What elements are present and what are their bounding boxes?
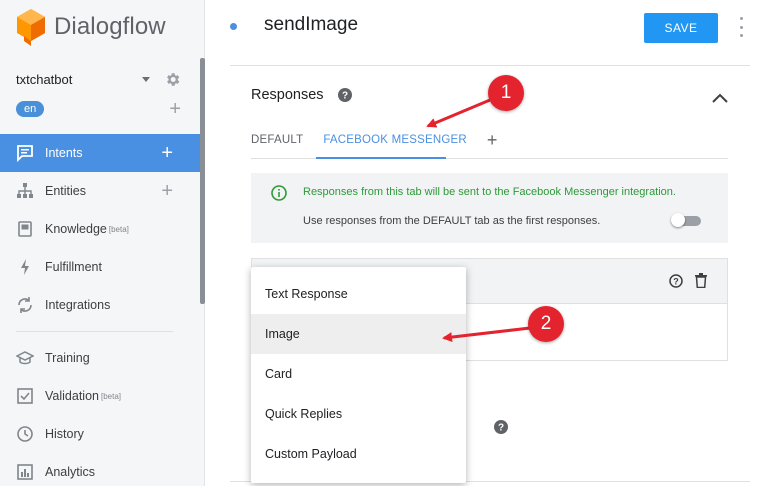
sidebar-scrollbar[interactable] (200, 58, 205, 304)
info-message: Responses from this tab will be sent to … (303, 186, 676, 198)
menu-item-quick-replies[interactable]: Quick Replies (251, 394, 466, 434)
help-circle-icon[interactable]: ? (669, 274, 683, 288)
sidebar-item-label: Entities (45, 184, 86, 198)
add-entity-plus-icon[interactable]: + (161, 181, 173, 201)
add-response-menu: Text Response Image Card Quick Replies C… (251, 267, 466, 483)
callout-badge-2: 2 (528, 306, 564, 342)
info-icon (271, 185, 287, 201)
callout-badge-1: 1 (488, 75, 524, 111)
menu-item-card[interactable]: Card (251, 354, 466, 394)
language-badge[interactable]: en (16, 101, 45, 117)
beta-tag: [beta] (100, 391, 121, 401)
intent-header: sendImage SAVE (206, 0, 768, 58)
use-default-responses-toggle[interactable] (671, 213, 701, 227)
status-dot (230, 23, 237, 30)
more-options-icon[interactable] (740, 17, 744, 37)
sidebar-item-label: Training (45, 351, 90, 365)
sitemap-icon (16, 182, 34, 200)
sidebar-item-fulfillment[interactable]: Fulfillment (0, 248, 201, 286)
lightning-bolt-icon (16, 258, 34, 276)
sidebar-item-training[interactable]: Training (0, 339, 201, 377)
help-icon[interactable]: ? (494, 420, 508, 434)
agent-name: txtchatbot (16, 71, 73, 87)
response-tabs: DEFAULT FACEBOOK MESSENGER + (251, 130, 497, 152)
graduation-cap-icon (16, 349, 34, 367)
sidebar-item-label: Integrations (45, 298, 111, 312)
dialogflow-console: Dialogflow txtchatbot en + Intents + Ent… (0, 0, 768, 486)
svg-text:?: ? (498, 423, 504, 434)
sidebar-item-label: Validation (45, 389, 99, 403)
sidebar-nav: Intents + Entities + Knowledge [beta] Fu… (0, 134, 201, 486)
menu-item-custom-payload[interactable]: Custom Payload (251, 434, 466, 474)
chevron-up-icon[interactable] (712, 93, 728, 103)
menu-item-text-response[interactable]: Text Response (251, 274, 466, 314)
sidebar: Dialogflow txtchatbot en + Intents + Ent… (0, 0, 205, 486)
tab-default[interactable]: DEFAULT (251, 134, 303, 152)
gear-icon[interactable] (164, 71, 181, 88)
active-tab-indicator (316, 157, 446, 159)
svg-text:?: ? (342, 91, 348, 102)
agent-selector[interactable]: txtchatbot (16, 69, 181, 89)
sidebar-item-label: Fulfillment (45, 260, 102, 274)
bar-chart-icon (16, 463, 34, 481)
intent-name[interactable]: sendImage (264, 14, 358, 36)
nav-divider (16, 331, 173, 332)
sync-icon (16, 296, 34, 314)
trash-icon[interactable] (695, 273, 707, 288)
beta-tag: [beta] (108, 224, 129, 234)
sidebar-item-label: Analytics (45, 465, 96, 479)
sidebar-item-label: History (45, 427, 84, 441)
toggle-thumb (671, 213, 685, 227)
logo-text: Dialogflow (54, 13, 166, 40)
sidebar-item-integrations[interactable]: Integrations (0, 286, 201, 324)
sidebar-item-knowledge[interactable]: Knowledge [beta] (0, 210, 201, 248)
add-tab-plus-icon[interactable]: + (487, 130, 498, 151)
save-button[interactable]: SAVE (644, 13, 718, 43)
logo[interactable]: Dialogflow (16, 8, 166, 46)
sidebar-item-intents[interactable]: Intents + (0, 134, 201, 172)
add-intent-plus-icon[interactable]: + (161, 143, 173, 163)
checkbox-icon (16, 387, 34, 405)
chevron-down-icon[interactable] (142, 76, 150, 82)
language-row: en + (16, 99, 181, 119)
messenger-info-box: Responses from this tab will be sent to … (251, 173, 728, 243)
help-icon[interactable]: ? (338, 88, 352, 102)
sidebar-item-history[interactable]: History (0, 415, 201, 453)
dialogflow-logo-icon (17, 9, 45, 46)
sidebar-item-validation[interactable]: Validation [beta] (0, 377, 201, 415)
sidebar-item-label: Knowledge (45, 222, 107, 236)
chat-bubble-icon (16, 144, 34, 162)
book-icon (16, 220, 34, 238)
svg-text:?: ? (673, 277, 679, 287)
add-language-plus-icon[interactable]: + (169, 99, 181, 119)
sidebar-item-analytics[interactable]: Analytics (0, 453, 201, 486)
sidebar-item-entities[interactable]: Entities + (0, 172, 201, 210)
default-responses-label: Use responses from the DEFAULT tab as th… (303, 215, 601, 227)
tab-facebook-messenger[interactable]: FACEBOOK MESSENGER (323, 134, 467, 152)
clock-icon (16, 425, 34, 443)
menu-item-image[interactable]: Image (251, 314, 466, 354)
responses-title: Responses (251, 87, 324, 103)
sidebar-item-label: Intents (45, 146, 83, 160)
